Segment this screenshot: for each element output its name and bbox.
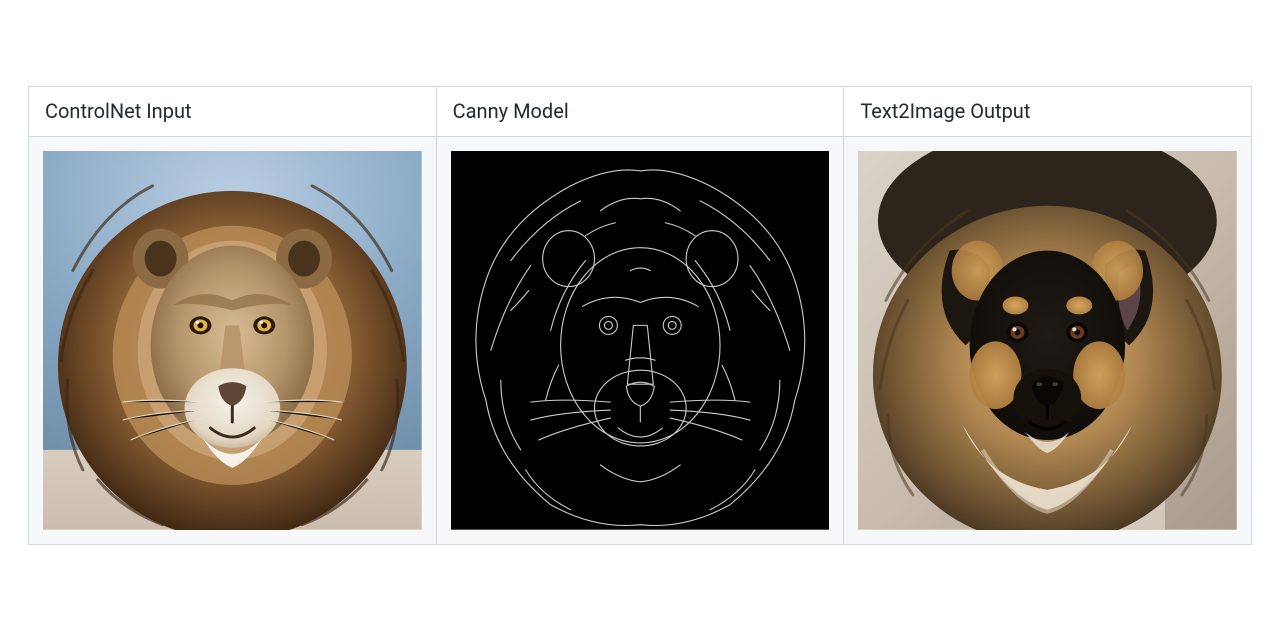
col-header-input: ControlNet Input xyxy=(29,87,437,137)
cell-text2image-output xyxy=(844,137,1252,545)
comparison-table: ControlNet Input Canny Model Text2Image … xyxy=(28,86,1252,545)
col-header-canny: Canny Model xyxy=(436,87,844,137)
table-row xyxy=(29,137,1252,545)
canny-edge-map xyxy=(451,151,830,530)
table-header-row: ControlNet Input Canny Model Text2Image … xyxy=(29,87,1252,137)
col-header-output: Text2Image Output xyxy=(844,87,1252,137)
cell-controlnet-input xyxy=(29,137,437,545)
lion-photo xyxy=(43,151,422,530)
cell-canny-model xyxy=(436,137,844,545)
dog-output-photo xyxy=(858,151,1237,530)
